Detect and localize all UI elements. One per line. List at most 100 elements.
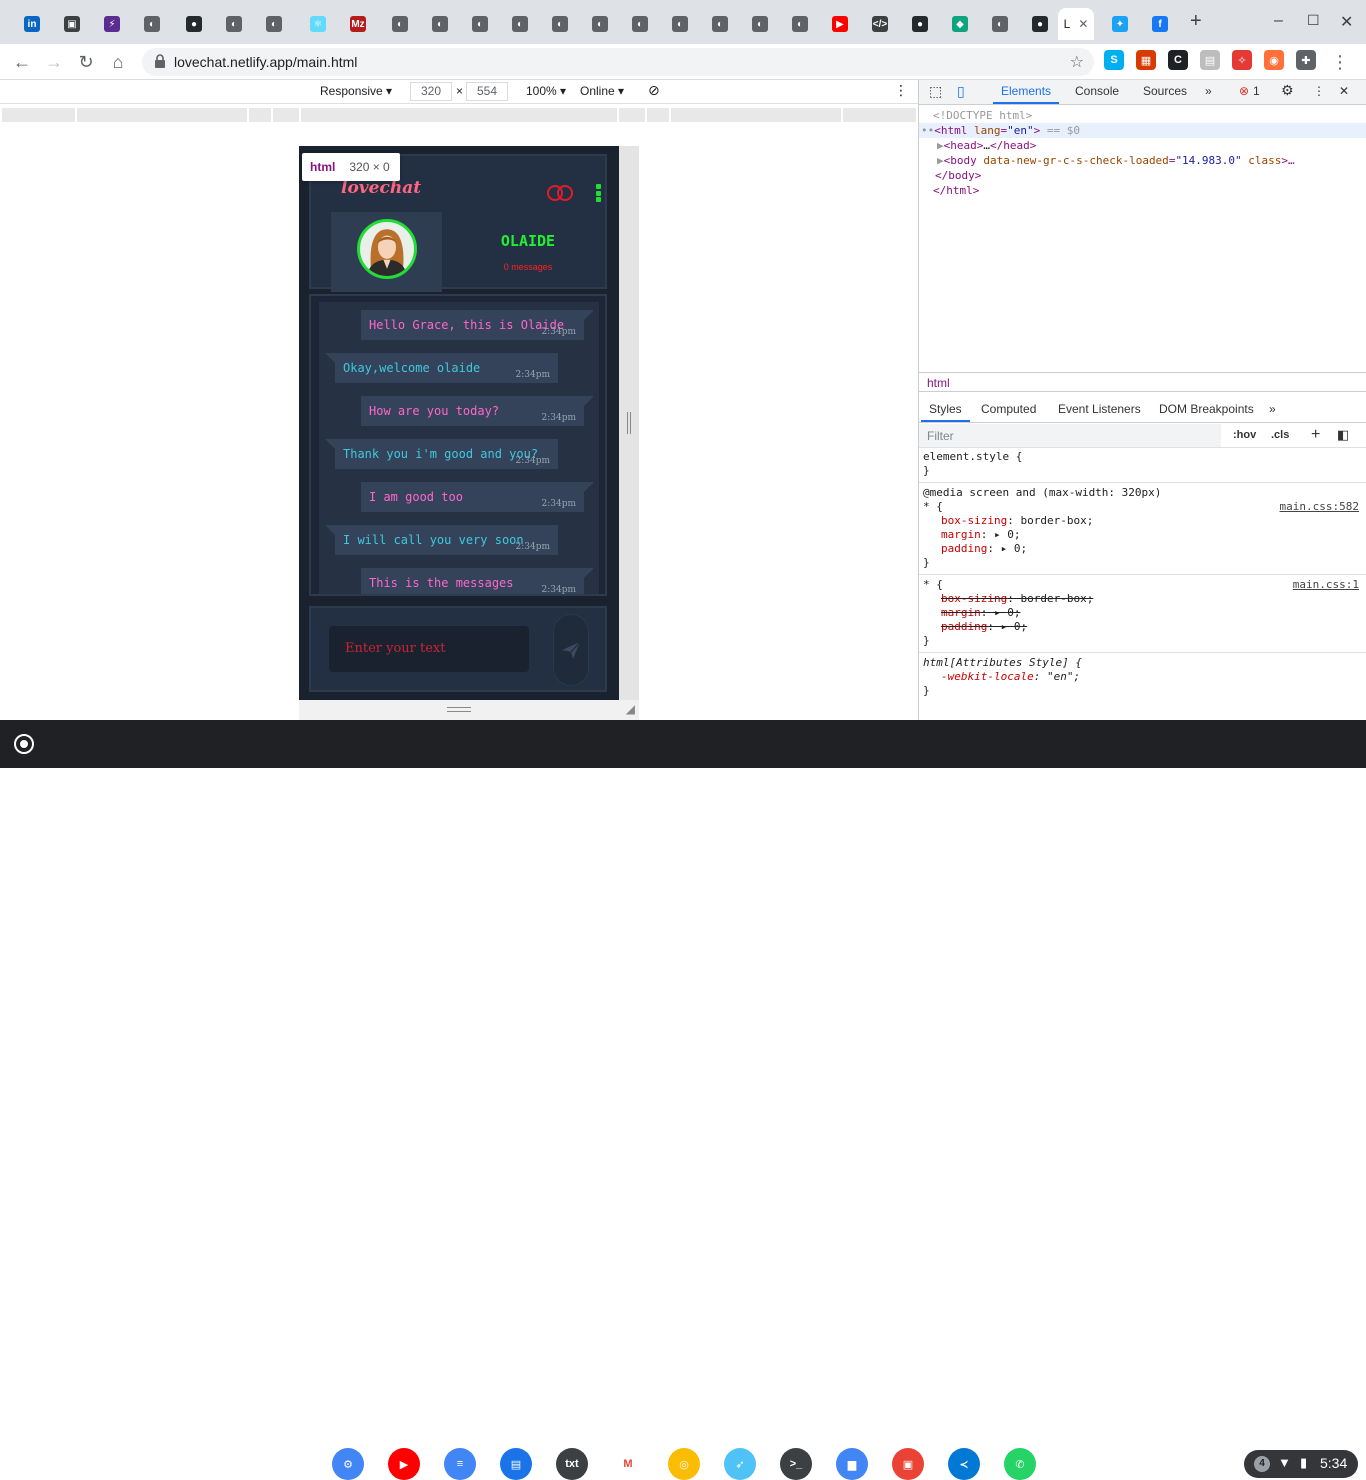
- tab-dom-breakpoints[interactable]: DOM Breakpoints: [1159, 402, 1254, 416]
- dom-line[interactable]: ▶<body data-new-gr-c-s-check-loaded="14.…: [919, 153, 1366, 168]
- error-icon[interactable]: ⊗: [1239, 84, 1249, 98]
- inspect-element-icon[interactable]: ⬚: [929, 83, 942, 100]
- style-property-overridden[interactable]: padding: ▸ 0;: [919, 620, 1366, 634]
- tab-computed[interactable]: Computed: [981, 402, 1036, 416]
- crop-icon[interactable]: C: [1168, 50, 1188, 70]
- ruler-segment[interactable]: [2, 108, 75, 122]
- browser-tab[interactable]: ◐: [460, 8, 500, 40]
- device-toggle-icon[interactable]: ▯: [957, 83, 965, 100]
- forward-button[interactable]: →: [42, 50, 66, 74]
- browser-tab[interactable]: ◐: [980, 8, 1020, 40]
- active-tab[interactable]: L ✕: [1058, 8, 1094, 40]
- vscode-icon[interactable]: ≺: [948, 1448, 980, 1480]
- ruler-segment[interactable]: [843, 108, 916, 122]
- settings-icon[interactable]: ⚙: [1281, 82, 1294, 99]
- received-message[interactable]: Thank you i'm good and you? 2:34pm: [325, 439, 558, 469]
- new-rule-icon[interactable]: +: [1311, 426, 1320, 444]
- browser-tab[interactable]: Mz: [338, 8, 378, 40]
- notification-count-badge[interactable]: 4: [1254, 1456, 1270, 1472]
- settings-icon[interactable]: ⚙: [332, 1448, 364, 1480]
- browser-tab[interactable]: ▶: [820, 8, 860, 40]
- rocket-icon[interactable]: ➶: [724, 1448, 756, 1480]
- chrome-icon[interactable]: ◎: [668, 1448, 700, 1480]
- dom-line-selected[interactable]: ••<html lang="en"> == $0: [919, 123, 1366, 138]
- whatsapp-icon[interactable]: ✆: [1004, 1448, 1036, 1480]
- dom-line[interactable]: <!DOCTYPE html>: [919, 108, 1366, 123]
- hov-toggle[interactable]: :hov: [1233, 429, 1256, 441]
- bookmark-star-icon[interactable]: ☆: [1070, 52, 1084, 72]
- messages-icon[interactable]: ▤: [500, 1448, 532, 1480]
- lock-icon[interactable]: [154, 54, 166, 68]
- browser-tab[interactable]: f: [1140, 8, 1180, 40]
- browser-tab[interactable]: ✦: [1100, 8, 1140, 40]
- dom-line[interactable]: </html>: [919, 183, 1366, 198]
- browser-tab[interactable]: ◐: [420, 8, 460, 40]
- maximize-button[interactable]: ☐: [1307, 12, 1320, 29]
- browser-tab[interactable]: ⚡: [92, 8, 132, 40]
- minimize-button[interactable]: –: [1274, 12, 1283, 30]
- received-message[interactable]: I will call you very soon 2:34pm: [325, 525, 558, 555]
- sent-message[interactable]: Hello Grace, this is Olaide 2:34pm: [361, 310, 594, 340]
- ruler-segment[interactable]: [301, 108, 617, 122]
- network-dropdown[interactable]: Online ▾: [580, 84, 624, 98]
- corner-resize-icon[interactable]: ◢: [626, 702, 635, 716]
- home-button[interactable]: ⌂: [106, 50, 130, 74]
- ruler-segment[interactable]: [671, 108, 841, 122]
- browser-tab[interactable]: ◐: [254, 8, 294, 40]
- more-style-tabs-icon[interactable]: »: [1269, 402, 1276, 416]
- tab-event-listeners[interactable]: Event Listeners: [1058, 402, 1141, 416]
- style-property[interactable]: box-sizing: border-box;: [919, 514, 1366, 528]
- new-tab-button[interactable]: +: [1190, 10, 1202, 33]
- browser-tab[interactable]: ⚛: [298, 8, 338, 40]
- ruler-segment[interactable]: [619, 108, 645, 122]
- close-devtools-icon[interactable]: ✕: [1339, 84, 1349, 98]
- browser-tab[interactable]: ◐: [660, 8, 700, 40]
- rule-selector[interactable]: element.style {: [919, 450, 1366, 464]
- theme-toggle-icon[interactable]: [547, 185, 573, 201]
- browser-tab[interactable]: ◐: [580, 8, 620, 40]
- gmail-icon[interactable]: M: [612, 1448, 644, 1480]
- device-more-icon[interactable]: ⋮: [894, 82, 908, 99]
- url-text[interactable]: lovechat.netlify.app/main.html: [174, 54, 357, 70]
- source-link[interactable]: main.css:582: [1280, 500, 1359, 514]
- launcher-icon[interactable]: [14, 734, 34, 754]
- breadcrumb-html[interactable]: html: [927, 376, 950, 390]
- address-bar[interactable]: lovechat.netlify.app/main.html ☆: [142, 48, 1094, 76]
- more-tabs-icon[interactable]: »: [1205, 84, 1212, 98]
- browser-tab[interactable]: ◐: [620, 8, 660, 40]
- zoom-dropdown[interactable]: 100% ▾: [526, 84, 566, 98]
- style-property[interactable]: margin: ▸ 0;: [919, 528, 1366, 542]
- browser-tab[interactable]: ●: [1020, 8, 1060, 40]
- status-tray[interactable]: 4 ▼ ▮ 5:34: [1244, 1450, 1358, 1478]
- terminal-icon[interactable]: >_: [780, 1448, 812, 1480]
- rule-selector[interactable]: html[Attributes Style] {: [919, 656, 1366, 670]
- source-link[interactable]: main.css:1: [1293, 578, 1359, 592]
- fox-icon[interactable]: ◉: [1264, 50, 1284, 70]
- filter-input[interactable]: [919, 424, 1221, 447]
- browser-tab[interactable]: ◐: [740, 8, 780, 40]
- sent-message[interactable]: I am good too 2:34pm: [361, 482, 594, 512]
- screencast-icon[interactable]: ▣: [892, 1448, 924, 1480]
- magic-icon[interactable]: ✧: [1232, 50, 1252, 70]
- browser-tab[interactable]: ◆: [940, 8, 980, 40]
- media-query[interactable]: @media screen and (max-width: 320px): [919, 486, 1366, 500]
- skype-icon[interactable]: S: [1104, 50, 1124, 70]
- chrome-menu-icon[interactable]: ⋮: [1328, 50, 1352, 74]
- error-count[interactable]: 1: [1253, 84, 1260, 98]
- sent-message[interactable]: This is the messages 2:34pm: [361, 568, 594, 594]
- device-dropdown[interactable]: Responsive ▾: [320, 84, 392, 98]
- received-message[interactable]: Okay,welcome olaide 2:34pm: [325, 353, 558, 383]
- toggle-sidebar-icon[interactable]: ◧: [1337, 427, 1349, 443]
- rule-line[interactable]: * {main.css:1: [919, 578, 1366, 592]
- sent-message[interactable]: How are you today? 2:34pm: [361, 396, 594, 426]
- office-icon[interactable]: ▦: [1136, 50, 1156, 70]
- dom-line[interactable]: ▶<head>…</head>: [919, 138, 1366, 153]
- browser-tab[interactable]: </>: [860, 8, 900, 40]
- docs-icon[interactable]: ≡: [444, 1448, 476, 1480]
- device-height-input[interactable]: 554: [466, 82, 508, 101]
- tab-console[interactable]: Console: [1075, 84, 1119, 98]
- style-property[interactable]: -webkit-locale: "en";: [919, 670, 1366, 684]
- viewport-resize-handle-right[interactable]: [619, 146, 639, 700]
- style-property-overridden[interactable]: margin: ▸ 0;: [919, 606, 1366, 620]
- close-tab-icon[interactable]: ✕: [1078, 17, 1088, 31]
